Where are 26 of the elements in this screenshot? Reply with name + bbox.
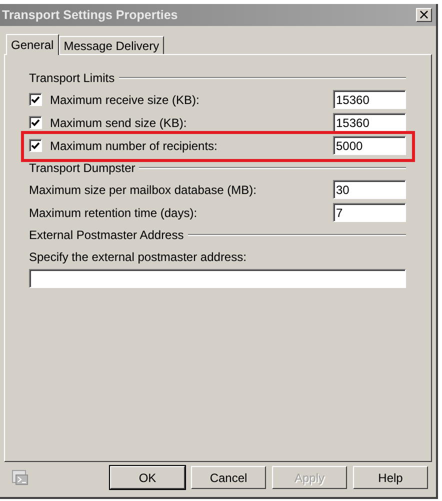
text-field[interactable]	[29, 268, 406, 288]
dialog-button[interactable]: OK	[110, 466, 185, 489]
field-label: Maximum retention time (days):	[29, 206, 198, 220]
dialog-button[interactable]: Help	[353, 466, 428, 489]
tab[interactable]: General	[6, 34, 59, 55]
console-icon	[12, 470, 28, 485]
close-button[interactable]: ×	[416, 8, 432, 22]
field-label: Maximum send size (KB):	[50, 116, 187, 130]
text-field[interactable]: 7	[333, 203, 406, 222]
field-label: Maximum size per mailbox database (MB):	[29, 182, 256, 196]
section-heading: External Postmaster Address	[29, 228, 184, 242]
checkbox[interactable]	[29, 93, 42, 106]
section-heading: Transport Dumpster	[29, 161, 136, 175]
field-label: Maximum number of recipients:	[50, 138, 218, 152]
tab[interactable]: Message Delivery	[58, 36, 164, 54]
text-field[interactable]: 30	[333, 180, 406, 199]
text-field[interactable]: 5000	[333, 136, 406, 155]
checkbox[interactable]	[29, 116, 42, 129]
window-title: Transport Settings Properties	[2, 8, 178, 22]
section-heading: Transport Limits	[29, 71, 115, 85]
dialog-button[interactable]: Cancel	[191, 466, 266, 489]
text-field[interactable]: 15360	[333, 90, 406, 109]
text-field[interactable]: 15360	[333, 113, 406, 132]
field-label: Specify the external postmaster address:	[29, 250, 246, 264]
checkbox[interactable]	[29, 139, 42, 152]
field-label: Maximum receive size (KB):	[50, 92, 200, 106]
